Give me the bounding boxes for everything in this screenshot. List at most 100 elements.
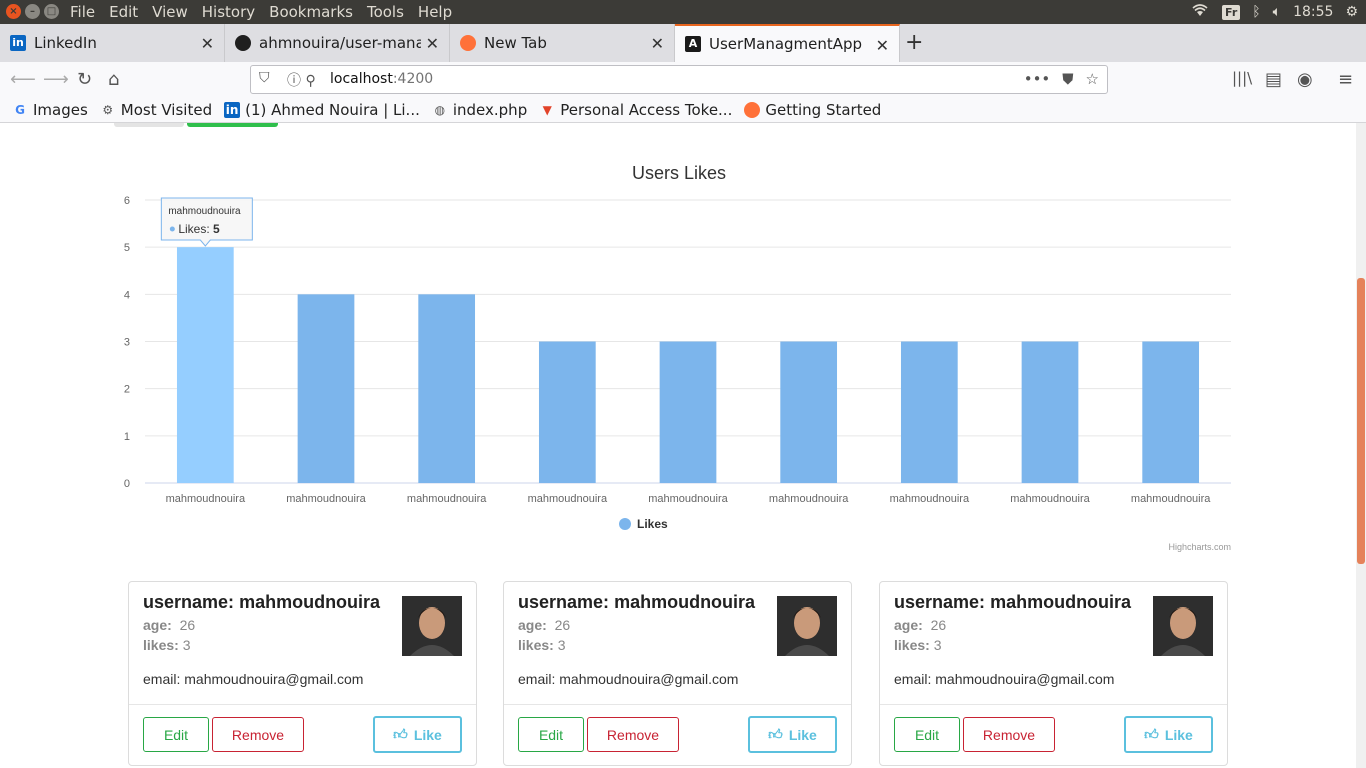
legend-marker: [619, 518, 631, 530]
users-likes-chart: Users Likes 0 1 2 3 4 5 6 mahmoudnouira mahmoudno…: [110, 153, 1240, 563]
tab-strip: in LinkedIn ✕ ahmnouira/user-manag ✕ New…: [0, 24, 1366, 62]
edit-button[interactable]: Edit: [894, 717, 960, 752]
bookmark-label: Getting Started: [765, 101, 882, 119]
bookmark-index-php[interactable]: ◍ index.php: [432, 101, 528, 119]
firefox-icon: [744, 102, 761, 118]
edit-button[interactable]: Edit: [143, 717, 209, 752]
menu-view[interactable]: View: [152, 3, 188, 21]
like-label: Like: [788, 726, 817, 743]
remove-button[interactable]: Remove: [963, 717, 1055, 752]
bar: [780, 341, 838, 483]
remove-button[interactable]: Remove: [212, 717, 304, 752]
tab-github[interactable]: ahmnouira/user-manag ✕: [225, 24, 450, 62]
card-email: email: mahmoudnouira@gmail.com: [518, 671, 739, 687]
close-tab-icon[interactable]: ✕: [426, 34, 439, 53]
remove-button[interactable]: Remove: [587, 717, 679, 752]
like-button[interactable]: 👍︎ Like: [1124, 716, 1213, 753]
edit-button[interactable]: Edit: [518, 717, 584, 752]
tooltip-marker: [169, 226, 175, 232]
bookmark-images[interactable]: G Images: [12, 101, 88, 119]
keyboard-layout-indicator[interactable]: Fr: [1222, 4, 1241, 20]
scrollbar-thumb[interactable]: [1357, 278, 1365, 564]
volume-icon[interactable]: 🔈︎: [1273, 4, 1281, 20]
bar: [659, 341, 717, 483]
home-icon[interactable]: ⌂: [108, 69, 119, 90]
bar: [538, 341, 596, 483]
bookmark-linkedin-profile[interactable]: in (1) Ahmed Nouira | Li...: [224, 101, 420, 119]
back-arrow-icon[interactable]: ⟵: [10, 69, 36, 90]
tab-new-tab[interactable]: New Tab ✕: [450, 24, 675, 62]
tab-usermanagmentapp[interactable]: A UserManagmentApp ✕: [675, 24, 900, 62]
maximize-window-icon[interactable]: □: [44, 4, 59, 19]
site-info-icon[interactable]: ⓘ ⚲: [287, 70, 316, 90]
card-age: age: 26: [518, 617, 571, 633]
forward-arrow-icon[interactable]: ⟶: [43, 69, 69, 90]
like-label: Like: [1164, 726, 1193, 743]
new-tab-plus-icon[interactable]: +: [905, 30, 923, 55]
card-email: email: mahmoudnouira@gmail.com: [143, 671, 364, 687]
thumbs-up-icon: 👍︎: [1144, 726, 1159, 742]
page-content: Users Likes 0 1 2 3 4 5 6 mahmoudnouira mahmoudno…: [0, 123, 1356, 768]
close-window-icon[interactable]: ×: [6, 4, 21, 19]
url-text[interactable]: localhost:4200: [330, 71, 433, 87]
clock[interactable]: 18:55: [1293, 4, 1333, 20]
account-icon[interactable]: ◉: [1297, 69, 1313, 90]
close-tab-icon[interactable]: ✕: [651, 34, 664, 53]
user-card: username: mahmoudnouira age: 26 likes: 3…: [503, 581, 852, 766]
menu-history[interactable]: History: [202, 3, 255, 21]
menu-file[interactable]: File: [70, 3, 95, 21]
like-button[interactable]: 👍︎ Like: [748, 716, 837, 753]
x-tick-label: mahmoudnouira: [166, 493, 246, 505]
menu-edit[interactable]: Edit: [109, 3, 138, 21]
avatar: [1153, 596, 1213, 656]
bookmark-getting-started[interactable]: Getting Started: [744, 101, 881, 119]
button-partial-top[interactable]: [114, 123, 184, 127]
x-tick-label: mahmoudnouira: [286, 493, 366, 505]
bookmark-label: Most Visited: [120, 101, 213, 119]
bookmark-label: Personal Access Toke...: [560, 101, 733, 119]
navigation-toolbar: ⟵ ⟶ ↻ ⌂ ⛉ ⓘ ⚲ localhost:4200 ••• ⛊ ☆ |||…: [0, 62, 1366, 98]
chart-svg: Users Likes 0 1 2 3 4 5 6 mahmoudnouira mahmoudno…: [124, 163, 1231, 552]
thumbs-up-icon: 👍︎: [393, 726, 408, 742]
system-tray: Fr ᛒ 🔈︎ 18:55 ⚙: [1190, 2, 1358, 22]
tab-label: UserManagmentApp: [709, 35, 863, 53]
tab-linkedin[interactable]: in LinkedIn ✕: [0, 24, 225, 62]
close-tab-icon[interactable]: ✕: [876, 36, 889, 55]
page-scrollbar[interactable]: [1356, 123, 1366, 768]
minimize-window-icon[interactable]: –: [25, 4, 40, 19]
bookmark-most-visited[interactable]: ⚙ Most Visited: [100, 101, 212, 119]
card-username: username: mahmoudnouira: [143, 592, 381, 612]
x-tick-label: mahmoudnouira: [407, 493, 487, 505]
system-top-bar: × – □ File Edit View History Bookmarks T…: [0, 0, 1366, 24]
menu-bookmarks[interactable]: Bookmarks: [269, 3, 353, 21]
y-tick-label: 0: [124, 478, 130, 490]
y-tick-label: 1: [124, 431, 130, 443]
bar: [900, 341, 958, 483]
menu-help[interactable]: Help: [418, 3, 452, 21]
tab-label: New Tab: [484, 34, 547, 52]
x-tick-label: mahmoudnouira: [1010, 493, 1090, 505]
tracking-shield-icon[interactable]: ⛉: [259, 70, 270, 86]
sidebar-icon[interactable]: ▤: [1265, 69, 1282, 90]
pocket-icon[interactable]: ⛊: [1062, 70, 1073, 88]
library-icon[interactable]: |||\: [1232, 69, 1252, 87]
like-button[interactable]: 👍︎ Like: [373, 716, 462, 753]
bookmark-star-icon[interactable]: ☆: [1086, 70, 1099, 88]
card-age: age: 26: [143, 617, 196, 633]
bookmark-personal-access-tokens[interactable]: ▼ Personal Access Toke...: [539, 101, 733, 119]
card-divider: [129, 704, 476, 705]
y-tick-label: 2: [124, 384, 130, 396]
bar: [1021, 341, 1079, 483]
reload-icon[interactable]: ↻: [77, 69, 92, 90]
page-actions-icon[interactable]: •••: [1024, 70, 1051, 88]
url-bar[interactable]: ⛉ ⓘ ⚲ localhost:4200 ••• ⛊ ☆: [250, 65, 1108, 94]
wifi-icon[interactable]: [1190, 2, 1210, 22]
y-tick-label: 4: [124, 289, 130, 301]
button-partial-top-green[interactable]: [187, 123, 278, 127]
bluetooth-icon[interactable]: ᛒ: [1252, 4, 1260, 20]
close-tab-icon[interactable]: ✕: [201, 34, 214, 53]
hamburger-menu-icon[interactable]: ≡: [1338, 69, 1353, 90]
power-gear-icon[interactable]: ⚙: [1345, 4, 1358, 20]
legend-label: Likes: [637, 517, 668, 531]
menu-tools[interactable]: Tools: [367, 3, 404, 21]
